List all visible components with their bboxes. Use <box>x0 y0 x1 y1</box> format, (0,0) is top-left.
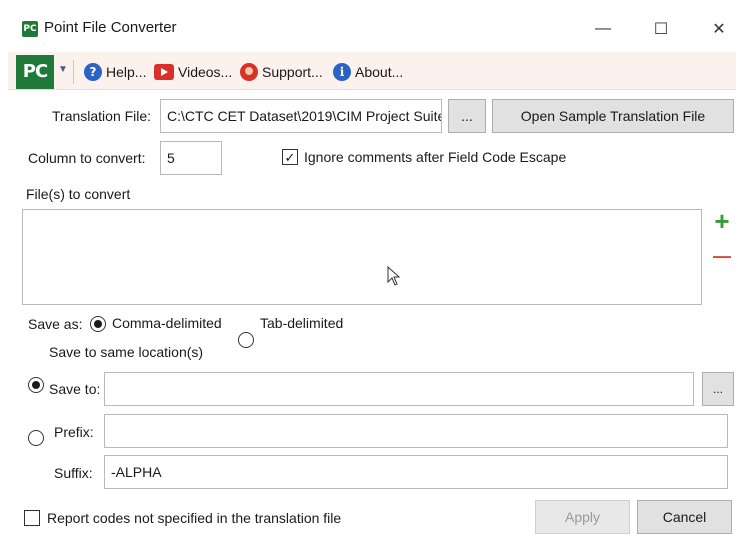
ignore-comments-checkbox[interactable]: ✓ <box>282 149 298 165</box>
save-same-location-radio[interactable] <box>28 377 44 393</box>
prefix-input[interactable] <box>104 414 728 448</box>
support-icon <box>240 63 258 81</box>
column-to-convert-input[interactable]: 5 <box>160 141 222 175</box>
open-sample-translation-button[interactable]: Open Sample Translation File <box>492 99 734 133</box>
help-button[interactable]: ? Help... <box>84 61 146 83</box>
comma-delimited-radio[interactable] <box>90 316 106 332</box>
translation-file-label: Translation File: <box>52 108 152 124</box>
videos-button[interactable]: Videos... <box>154 61 232 83</box>
mouse-pointer-icon <box>387 266 401 286</box>
translation-file-input[interactable]: C:\CTC CET Dataset\2019\CIM Project Suit… <box>160 99 442 133</box>
column-to-convert-label: Column to convert: <box>28 150 146 166</box>
cancel-button[interactable]: Cancel <box>637 500 732 534</box>
remove-file-icon[interactable]: — <box>710 246 734 266</box>
files-to-convert-label: File(s) to convert <box>26 186 131 202</box>
app-icon: PC <box>22 21 38 37</box>
support-label: Support... <box>262 64 323 80</box>
info-icon: i <box>333 63 351 81</box>
tab-delimited-radio[interactable] <box>238 332 254 348</box>
save-to-label: Save to: <box>49 381 101 397</box>
chevron-down-icon[interactable]: ▼ <box>58 64 68 75</box>
report-codes-checkbox[interactable] <box>24 510 40 526</box>
help-label: Help... <box>106 64 147 80</box>
save-to-input[interactable] <box>104 372 694 406</box>
video-icon <box>154 64 174 80</box>
save-same-location-label: Save to same location(s) <box>49 344 204 360</box>
toolbar-separator <box>73 60 74 84</box>
maximize-button[interactable]: ☐ <box>638 14 684 44</box>
translation-browse-button[interactable]: ... <box>448 99 486 133</box>
window-title: Point File Converter <box>44 19 177 36</box>
apply-button[interactable]: Apply <box>535 500 630 534</box>
videos-label: Videos... <box>178 64 233 80</box>
minimize-button[interactable]: — <box>580 14 626 44</box>
suffix-input[interactable]: -ALPHA <box>104 455 728 489</box>
comma-delimited-label: Comma-delimited <box>112 315 222 331</box>
tab-delimited-label: Tab-delimited <box>260 315 344 331</box>
help-icon: ? <box>84 63 102 81</box>
support-button[interactable]: Support... <box>240 61 323 83</box>
save-to-browse-button[interactable]: ... <box>702 372 734 406</box>
save-as-label: Save as: <box>28 316 83 332</box>
suffix-label: Suffix: <box>54 465 93 481</box>
about-label: About... <box>355 64 404 80</box>
files-list[interactable] <box>22 209 702 305</box>
add-file-icon[interactable]: + <box>710 207 734 235</box>
prefix-label: Prefix: <box>54 424 94 440</box>
save-to-radio[interactable] <box>28 430 44 446</box>
close-button[interactable]: ✕ <box>696 14 736 44</box>
pc-logo-button[interactable]: PC <box>16 55 54 89</box>
about-button[interactable]: i About... <box>333 61 403 83</box>
ignore-comments-label: Ignore comments after Field Code Escape <box>304 149 567 165</box>
report-codes-label: Report codes not specified in the transl… <box>47 510 342 526</box>
